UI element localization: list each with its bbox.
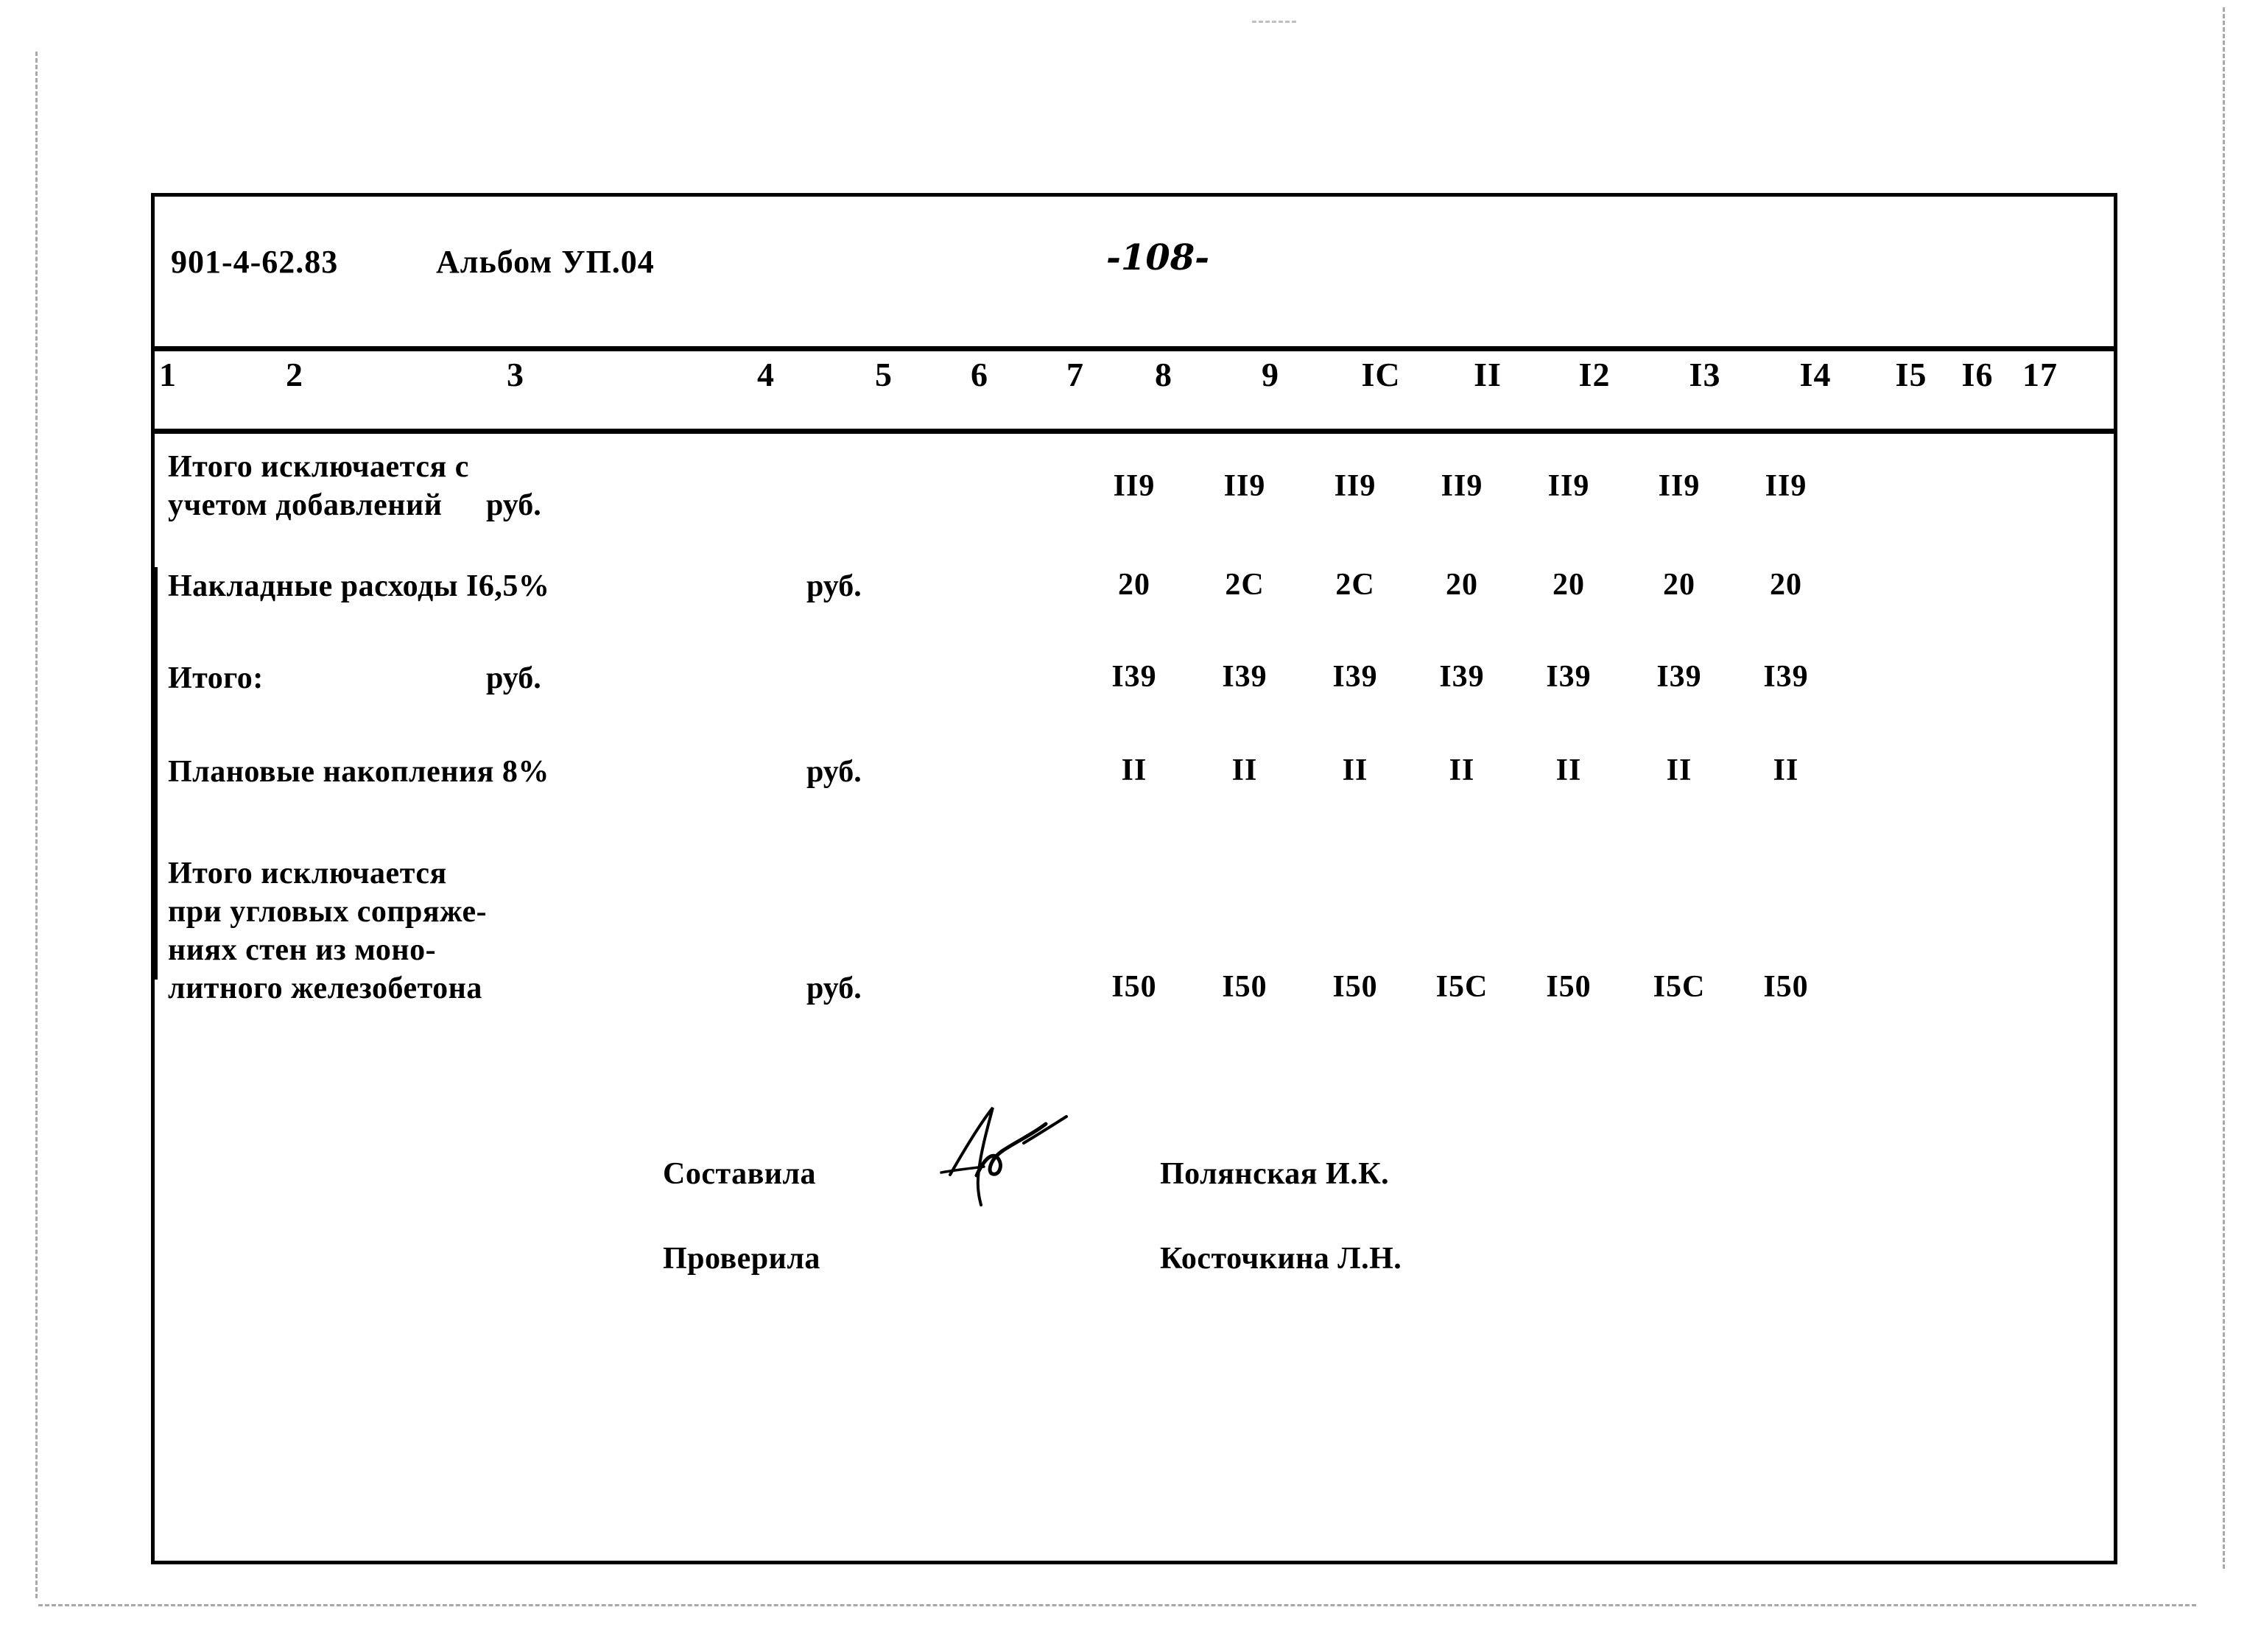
page-number: -108- — [1106, 237, 1210, 278]
row-unit: руб. — [806, 569, 862, 603]
project-code: 901-4-62.83 — [171, 244, 339, 280]
table-top-rule — [155, 346, 2114, 351]
column-header-5: 5 — [875, 356, 893, 393]
table-cell: 20 — [1446, 568, 1478, 602]
row-unit: руб. — [806, 971, 862, 1005]
table-cell: 20 — [1663, 568, 1695, 602]
table-cell: I50 — [1222, 970, 1267, 1004]
column-header-3: 3 — [507, 356, 524, 393]
table-header-rule — [155, 429, 2114, 434]
column-header-11: II — [1474, 356, 1502, 393]
scan-edge-left — [35, 52, 38, 1598]
table-cell: I50 — [1332, 970, 1378, 1004]
column-header-9: 9 — [1262, 356, 1279, 393]
row-label: Итого исключается при угловых сопряже- н… — [168, 857, 488, 1005]
column-header-4: 4 — [757, 356, 775, 393]
table-cell: II9 — [1441, 469, 1483, 503]
table-cell: II — [1666, 753, 1692, 787]
table-cell: I39 — [1332, 660, 1378, 694]
document-header: 901-4-62.83 Альбом УП.04 -108- — [171, 237, 2086, 302]
table-cell: 2C — [1225, 568, 1265, 602]
table-cell: II9 — [1547, 469, 1590, 503]
signature-row: Составила Полянская И.К. — [663, 1156, 1694, 1215]
column-header-7: 7 — [1066, 356, 1084, 393]
table-cell: II9 — [1223, 469, 1266, 503]
column-header-16: I6 — [1961, 356, 1994, 393]
table-cell: II9 — [1658, 469, 1701, 503]
row-label: Накладные расходы I6,5% — [168, 569, 550, 603]
signature-role: Составила — [663, 1157, 817, 1191]
scan-edge-right — [2223, 7, 2225, 1569]
table-cell: I39 — [1763, 660, 1809, 694]
frame-left-accent — [151, 567, 158, 980]
signature-block: Составила Полянская И.К. Проверила Косточки… — [663, 1106, 1694, 1348]
column-header-6: 6 — [971, 356, 988, 393]
row-unit: руб. — [806, 755, 862, 789]
row-label: Плановые накопления 8% — [168, 755, 549, 789]
signature-name: Косточкина Л.Н. — [1160, 1242, 1402, 1276]
table-column-header-row: 1 2 3 4 5 6 7 8 9 IC II I2 I3 I4 I5 I6 17 — [151, 355, 2117, 421]
table-cell: I39 — [1546, 660, 1592, 694]
table-cell: 2C — [1335, 568, 1375, 602]
row-label: Итого исключается с учетом добавлений — [168, 450, 469, 522]
column-header-14: I4 — [1799, 356, 1832, 393]
table-cell: I39 — [1656, 660, 1702, 694]
column-header-1: 1 — [159, 356, 177, 393]
scan-edge-bottom — [38, 1604, 2196, 1606]
table-cell: 20 — [1118, 568, 1150, 602]
column-header-15: I5 — [1895, 356, 1927, 393]
table-cell: II — [1773, 753, 1799, 787]
table-cell: I5C — [1435, 970, 1488, 1004]
column-header-13: I3 — [1689, 356, 1721, 393]
signature-name: Полянская И.К. — [1160, 1157, 1390, 1191]
column-header-8: 8 — [1155, 356, 1172, 393]
table-cell: II9 — [1334, 469, 1376, 503]
table-cell: I50 — [1111, 970, 1157, 1004]
table-cell: II — [1121, 753, 1147, 787]
column-header-17: 17 — [2022, 356, 2058, 393]
document-page: { "page": { "header": { "project_code": … — [0, 0, 2261, 1652]
signature-row: Проверила Косточкина Л.Н. — [663, 1241, 1694, 1300]
table-cell: I39 — [1222, 660, 1267, 694]
table-cell: 20 — [1553, 568, 1585, 602]
table-cell: I50 — [1546, 970, 1592, 1004]
scan-edge-top — [1252, 21, 1296, 23]
column-header-12: I2 — [1578, 356, 1611, 393]
signature-role: Проверила — [663, 1242, 820, 1276]
column-header-2: 2 — [286, 356, 303, 393]
row-label: Итого: — [168, 661, 264, 695]
table-cell: II9 — [1113, 469, 1156, 503]
table-cell: I50 — [1763, 970, 1809, 1004]
table-cell: II9 — [1765, 469, 1807, 503]
row-unit: руб. — [486, 488, 541, 522]
table-cell: II — [1555, 753, 1582, 787]
table-cell: II — [1231, 753, 1258, 787]
column-header-10: IC — [1361, 356, 1401, 393]
table-cell: I39 — [1111, 660, 1157, 694]
table-cell: I5C — [1653, 970, 1706, 1004]
table-cell: I39 — [1439, 660, 1485, 694]
table-cell: II — [1342, 753, 1368, 787]
table-cell: 20 — [1770, 568, 1802, 602]
row-unit: руб. — [486, 661, 541, 695]
album-label: Альбом УП.04 — [436, 244, 655, 280]
table-cell: II — [1449, 753, 1475, 787]
